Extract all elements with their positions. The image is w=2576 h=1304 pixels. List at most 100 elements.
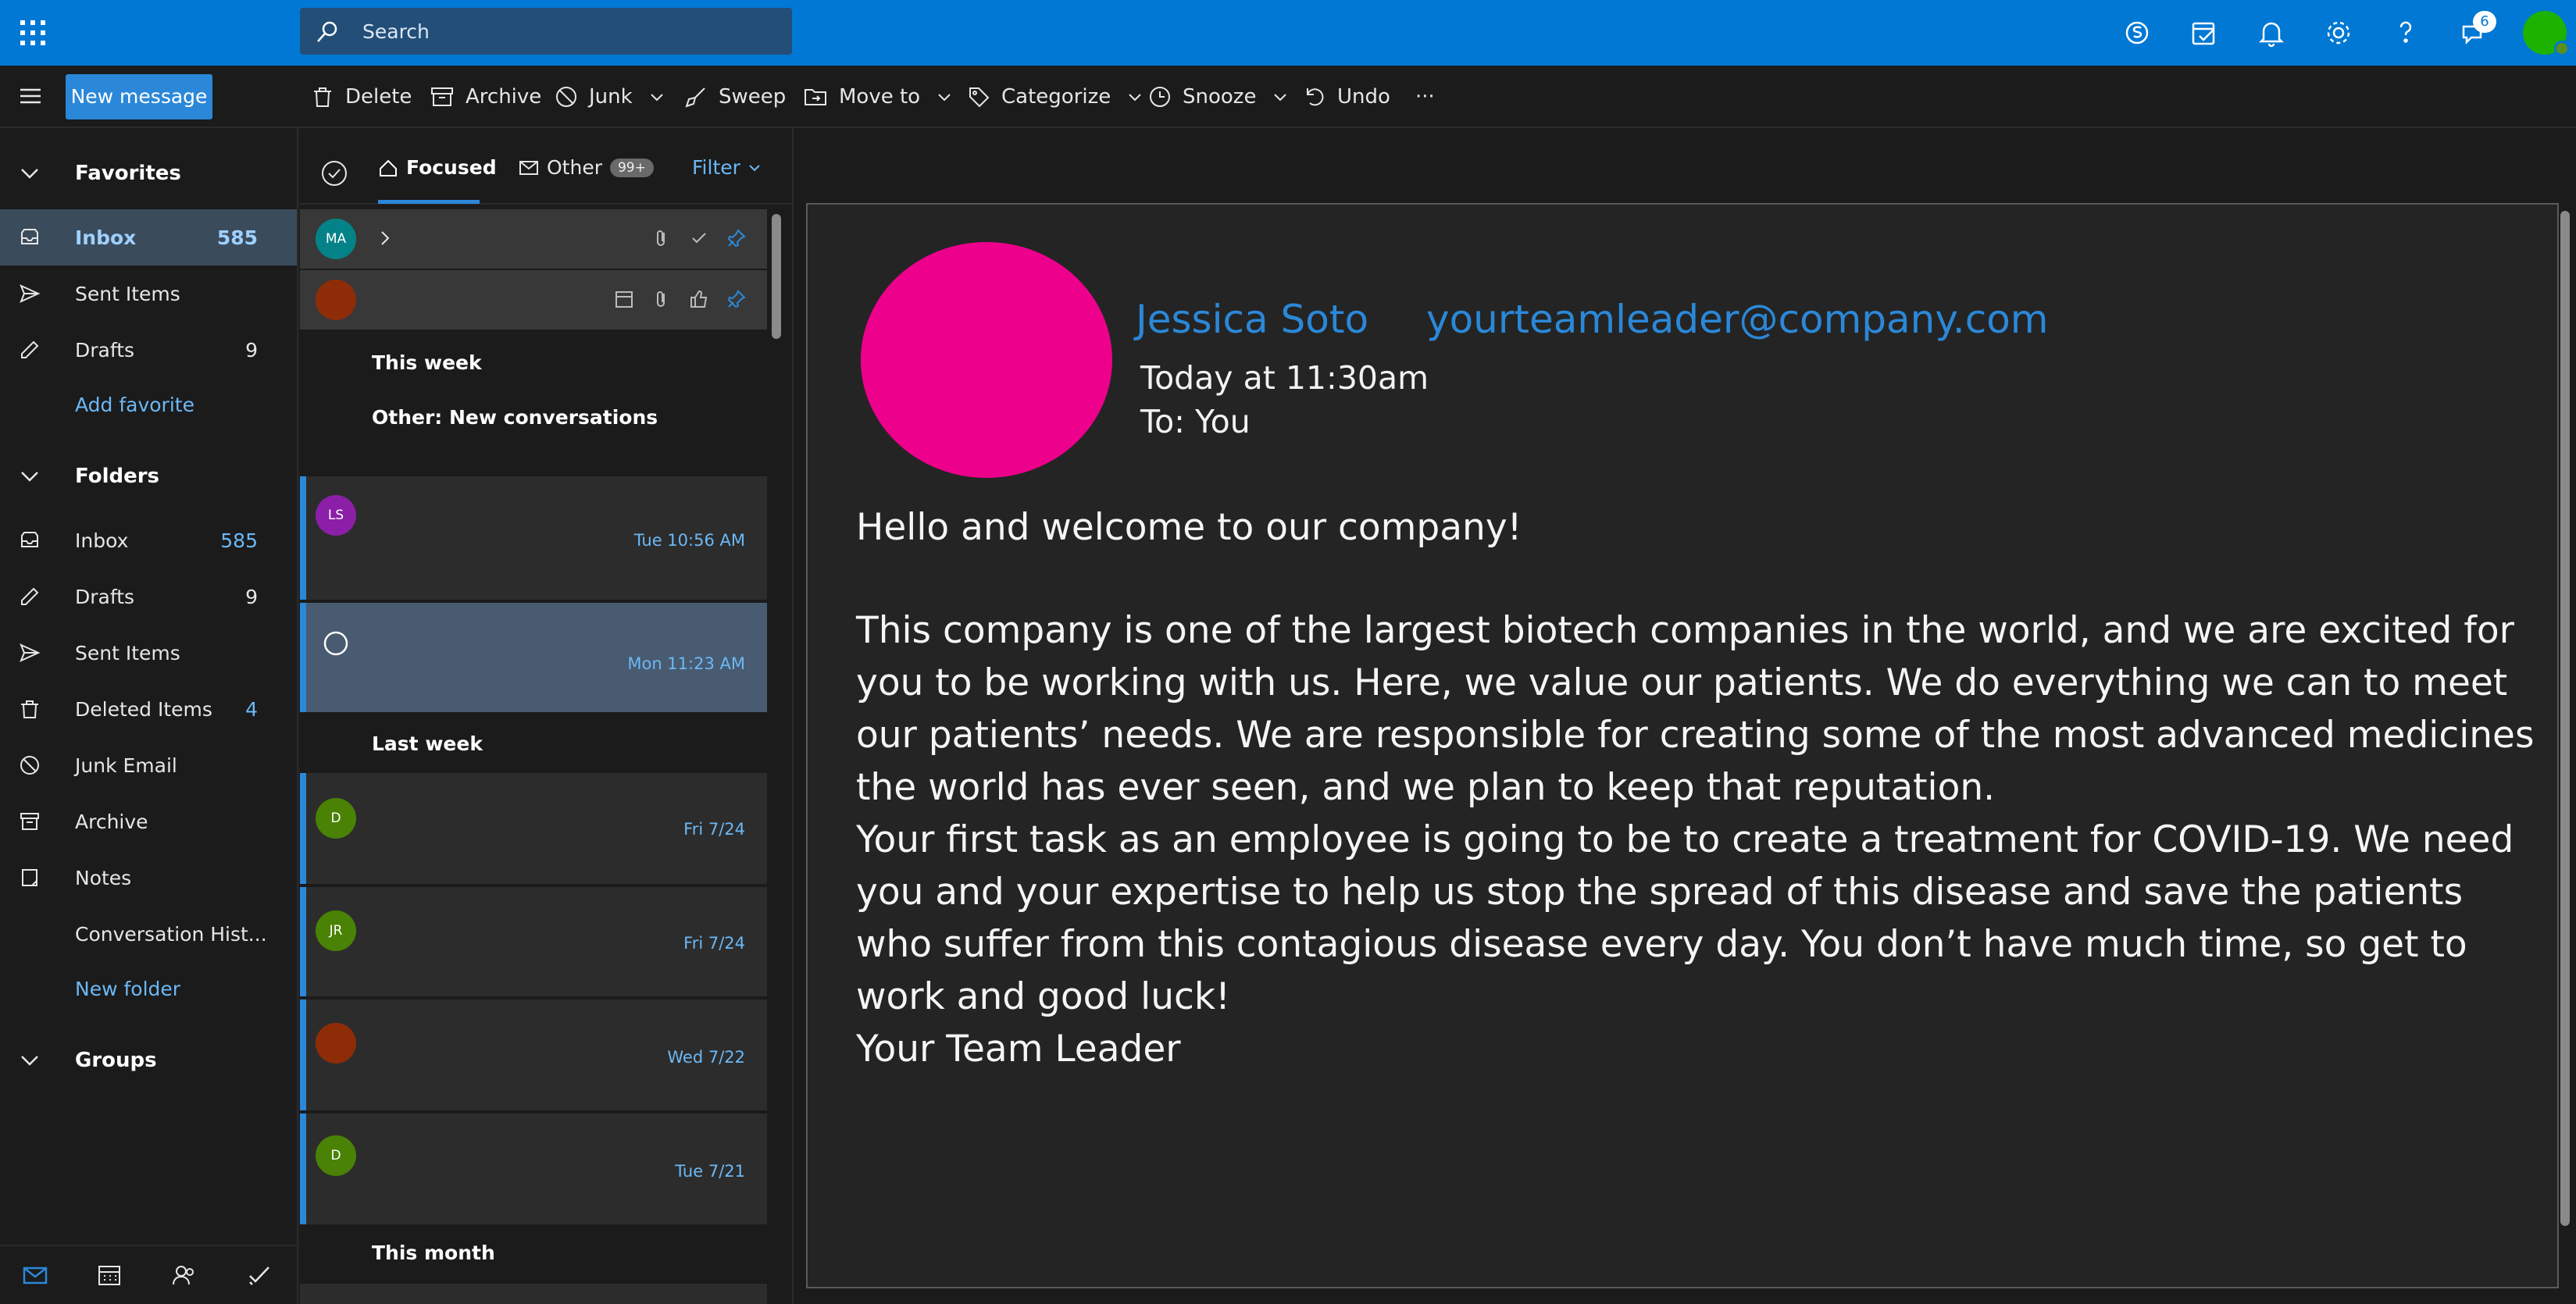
mail-icon — [519, 160, 538, 175]
sweep-button[interactable]: Sweep — [684, 66, 786, 128]
folder-inbox[interactable]: Inbox 585 — [0, 512, 297, 568]
app-switcher — [0, 1245, 297, 1304]
chevron-down-icon — [21, 1056, 38, 1066]
folder-archive[interactable]: Archive — [0, 793, 297, 850]
list-item[interactable]: D Tue 7/21 — [300, 1113, 767, 1224]
favorite-drafts-label: Drafts — [75, 339, 135, 362]
trash-icon — [21, 700, 38, 718]
message-actions — [651, 228, 747, 248]
new-folder-link[interactable]: New folder — [75, 978, 180, 1000]
chevron-down-icon[interactable] — [1272, 88, 1289, 105]
list-item[interactable] — [300, 270, 767, 330]
archive-icon — [431, 87, 453, 106]
avatar: LS — [316, 495, 356, 536]
delete-label: Delete — [345, 85, 412, 109]
sender-name[interactable]: Jessica Soto — [1136, 297, 1368, 342]
sent-time: Today at 11:30am — [1140, 359, 1429, 397]
favorites-header[interactable]: Favorites — [0, 145, 297, 201]
command-bar: New message Delete Archive Junk Sweep Mo… — [0, 66, 2576, 128]
junk-button[interactable]: Junk — [555, 66, 665, 128]
folder-drafts[interactable]: Drafts 9 — [0, 568, 297, 625]
user-avatar[interactable] — [2523, 11, 2570, 56]
list-item[interactable]: Wed 7/22 — [300, 999, 767, 1110]
help-icon[interactable] — [2389, 16, 2423, 50]
avatar: D — [316, 798, 356, 839]
bell-icon[interactable] — [2254, 16, 2289, 50]
chevron-down-icon[interactable] — [648, 88, 665, 105]
people-icon[interactable] — [172, 1263, 197, 1287]
folder-sent-items-label: Sent Items — [75, 642, 180, 664]
snooze-button[interactable]: Snooze — [1148, 66, 1289, 128]
paperclip-icon[interactable] — [651, 228, 672, 248]
undo-label: Undo — [1337, 85, 1390, 109]
pin-icon[interactable] — [726, 228, 747, 248]
list-item[interactable]: LS Tue 10:56 AM — [300, 476, 767, 600]
list-item[interactable]: MA — [300, 209, 767, 269]
list-item[interactable]: D Fri 7/24 — [300, 773, 767, 884]
message-time: Fri 7/24 — [683, 820, 745, 839]
message-time: Tue 10:56 AM — [633, 531, 745, 550]
groups-header[interactable]: Groups — [0, 1032, 297, 1088]
new-message-button[interactable]: New message — [66, 74, 212, 119]
archive-icon — [20, 813, 39, 830]
more-actions-button[interactable]: ··· — [1415, 66, 1435, 128]
chevron-right-icon[interactable] — [375, 228, 395, 248]
favorite-inbox[interactable]: Inbox 585 — [0, 209, 297, 265]
select-all-checkbox[interactable] — [320, 159, 348, 187]
group-header-other-new[interactable]: Other: New conversations — [372, 406, 658, 429]
delete-button[interactable]: Delete — [311, 66, 412, 128]
calendar-icon[interactable] — [97, 1263, 122, 1287]
categorize-button[interactable]: Categorize — [967, 66, 1144, 128]
todo-icon[interactable] — [2187, 16, 2221, 50]
skype-icon[interactable] — [2120, 16, 2154, 50]
list-item-selected[interactable]: Mon 11:23 AM — [300, 603, 767, 712]
folder-junk-email[interactable]: Junk Email — [0, 737, 297, 793]
message-list-scrollbar[interactable] — [772, 214, 781, 339]
folder-deleted-items[interactable]: Deleted Items 4 — [0, 681, 297, 737]
folder-deleted-items-label: Deleted Items — [75, 698, 212, 721]
folder-conversation-history-label: Conversation Hist... — [75, 923, 267, 946]
search-placeholder: Search — [362, 20, 430, 43]
reading-pane-scrollbar[interactable] — [2560, 211, 2570, 1226]
favorite-sent-items[interactable]: Sent Items — [0, 265, 297, 322]
like-icon[interactable] — [689, 289, 709, 309]
folder-drafts-label: Drafts — [75, 586, 135, 608]
move-to-label: Move to — [839, 85, 921, 109]
folder-conversation-history[interactable]: Conversation Hist... — [0, 906, 297, 962]
chevron-down-icon[interactable] — [936, 88, 953, 105]
sender-avatar[interactable] — [861, 242, 1112, 478]
paperclip-icon[interactable] — [651, 289, 672, 309]
message-time: Mon 11:23 AM — [627, 654, 745, 673]
app-launcher-icon[interactable] — [17, 17, 48, 48]
tab-other[interactable]: Other 99+ — [519, 156, 654, 179]
checkmark-icon[interactable] — [689, 228, 709, 248]
undo-button[interactable]: Undo — [1303, 66, 1390, 128]
mail-icon[interactable] — [22, 1263, 48, 1287]
filter-button[interactable]: Filter — [692, 156, 762, 179]
gear-icon[interactable] — [2321, 16, 2356, 50]
folder-inbox-label: Inbox — [75, 529, 129, 552]
sender-email[interactable]: yourteamleader@company.com — [1426, 297, 2048, 342]
pin-icon[interactable] — [726, 289, 747, 309]
junk-label: Junk — [589, 85, 633, 109]
select-checkbox[interactable] — [322, 629, 350, 657]
move-to-button[interactable]: Move to — [803, 66, 953, 128]
search-box[interactable]: Search — [300, 8, 792, 55]
reading-pane: Jessica Soto yourteamleader@company.com … — [794, 128, 2576, 1304]
recipient-line: To: You — [1140, 403, 1251, 440]
tab-focused[interactable]: Focused — [378, 156, 497, 179]
folders-header[interactable]: Folders — [0, 448, 297, 504]
tasks-icon[interactable] — [247, 1263, 272, 1287]
folder-notes-label: Notes — [75, 867, 132, 889]
message-paragraph-1: This company is one of the largest biote… — [856, 609, 2535, 809]
list-item[interactable]: JR Fri 7/24 — [300, 887, 767, 996]
calendar-icon[interactable] — [614, 289, 634, 309]
list-item[interactable] — [300, 1284, 767, 1304]
folder-sent-items[interactable]: Sent Items — [0, 625, 297, 681]
add-favorite-link[interactable]: Add favorite — [75, 394, 194, 416]
chevron-down-icon[interactable] — [1126, 88, 1144, 105]
folder-notes[interactable]: Notes — [0, 850, 297, 906]
archive-button[interactable]: Archive — [430, 66, 541, 128]
favorite-drafts[interactable]: Drafts 9 — [0, 322, 297, 378]
hamburger-menu-icon[interactable] — [17, 83, 44, 109]
